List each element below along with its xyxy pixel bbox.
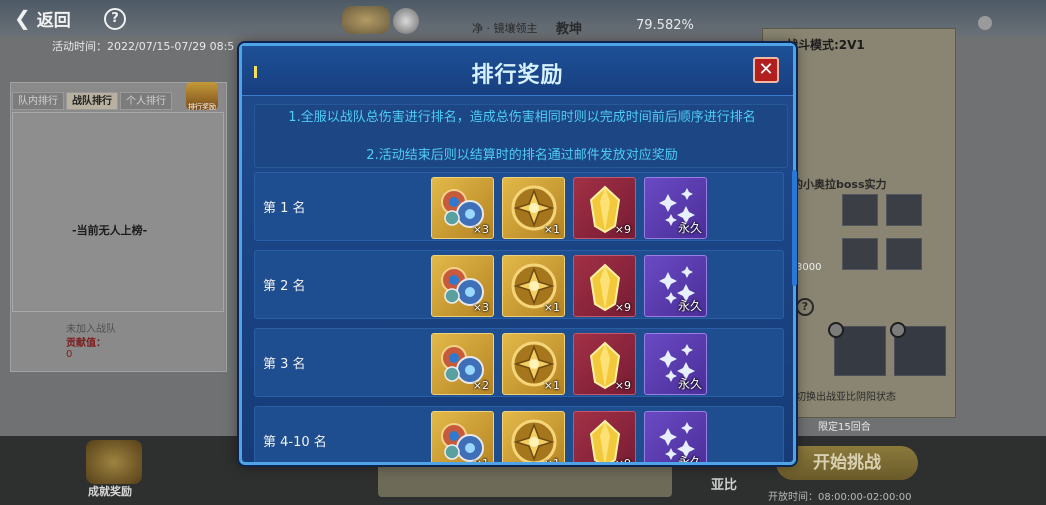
item-count: ×1	[473, 457, 489, 462]
item-count: ×3	[472, 301, 489, 314]
back-button[interactable]: ❮ 返回	[14, 6, 94, 31]
empty-ranking-note: -当前无人上榜-	[72, 224, 148, 237]
boss-strength-title: 的小奥拉boss实力	[792, 178, 887, 191]
rank-label: 第 3 名	[263, 357, 306, 372]
menu-dot-icon[interactable]	[978, 16, 992, 30]
tab-personal-ranking[interactable]: 个人排行	[120, 92, 172, 110]
item-count: 永久	[677, 221, 702, 235]
boss-slot[interactable]	[842, 194, 878, 226]
round-limit-note: 限定15回合	[818, 422, 871, 433]
back-label: 返回	[36, 10, 71, 31]
reward-item[interactable]: ×9	[573, 411, 636, 462]
modal-title: 排行奖励	[471, 63, 564, 88]
slot-marker-icon	[890, 322, 906, 338]
close-button[interactable]: ✕	[753, 57, 779, 83]
reward-item[interactable]: ×1	[502, 333, 565, 395]
reward-item[interactable]: ×3	[431, 177, 494, 239]
boss-progress: 79.582%	[636, 18, 694, 33]
achievement-label: 成就奖励	[88, 485, 132, 498]
rule-text: 2.活动结束后则以结算时的排名通过邮件发放对应奖励	[366, 148, 678, 163]
boss-slot[interactable]	[886, 194, 922, 226]
tab-team-internal[interactable]: 队内排行	[12, 92, 64, 110]
reward-row: 第 4-10 名 ×1 ×1 ×9 永久	[254, 406, 784, 462]
reward-item[interactable]: ×1	[431, 411, 494, 462]
help-icon[interactable]: ?	[796, 298, 814, 316]
reward-row: 第 3 名 ×2 ×1 ×9 永久	[254, 328, 784, 397]
item-count: 永久	[677, 377, 702, 391]
boss-name: 净 · 镜壤领主	[472, 22, 538, 35]
scrollbar[interactable]	[792, 170, 797, 286]
boss-slot[interactable]	[842, 238, 878, 270]
reward-item[interactable]: ×2	[431, 333, 494, 395]
switch-state-note: 切换出战亚比阴阳状态	[796, 392, 896, 403]
achievement-chest-icon[interactable]	[86, 440, 142, 484]
reward-item[interactable]: ×1	[502, 255, 565, 317]
item-count: ×2	[472, 379, 489, 392]
hero-name: 亚比	[711, 478, 738, 493]
reward-item[interactable]: ×1	[502, 177, 565, 239]
item-count: ×9	[614, 379, 631, 392]
event-time: 活动时间：2022/07/15-07/29 08:5	[52, 40, 235, 53]
item-count: ×3	[472, 223, 489, 236]
boss-slot[interactable]	[886, 238, 922, 270]
boss-avatar-icon	[393, 8, 419, 34]
item-count: ×1	[543, 379, 560, 392]
tab-team-ranking[interactable]: 战队排行	[66, 92, 118, 110]
reward-item[interactable]: ×9	[573, 177, 636, 239]
reward-item[interactable]: ×3	[431, 255, 494, 317]
reward-item[interactable]: ×9	[573, 333, 636, 395]
contribution-label: 贡献值：	[66, 338, 106, 349]
slot-marker-icon	[828, 322, 844, 338]
boss-power: 3000	[796, 262, 822, 273]
item-count: ×9	[614, 223, 631, 236]
open-time: 开放时间：08:00:00-02:00:00	[768, 492, 912, 503]
reward-item[interactable]: 永久	[644, 411, 707, 462]
ranking-list	[12, 112, 224, 312]
ranking-tabs: 队内排行 战队排行 个人排行	[12, 92, 172, 110]
boss-title: 教坤	[556, 22, 583, 37]
battle-mode-label: 战斗模式:2V1	[786, 38, 865, 52]
rule-text: 1.全服以战队总伤害进行排名，造成总伤害相同时则以完成时间前后顺序进行排名	[288, 110, 756, 125]
rules-box: 1.全服以战队总伤害进行排名，造成总伤害相同时则以完成时间前后顺序进行排名 2.…	[254, 104, 788, 168]
reward-item[interactable]: 永久	[644, 255, 707, 317]
reward-item[interactable]: ×9	[573, 255, 636, 317]
reward-item[interactable]: 永久	[644, 333, 707, 395]
team-status: 未加入战队	[66, 324, 116, 335]
start-challenge-button[interactable]: 开始挑战	[776, 446, 918, 480]
modal-header: 排行奖励 ✕	[242, 46, 793, 96]
reward-row: 第 1 名 ×3 ×1 ×9 永久	[254, 172, 784, 241]
item-count: 永久	[677, 299, 702, 313]
reward-item[interactable]: 永久	[644, 177, 707, 239]
item-count: ×1	[543, 223, 560, 236]
item-count: ×1	[543, 301, 560, 314]
rank-label: 第 2 名	[263, 279, 306, 294]
back-arrow-icon: ❮	[14, 6, 31, 30]
contribution-value: 0	[66, 349, 73, 360]
reward-item[interactable]: ×1	[502, 411, 565, 462]
reward-row: 第 2 名 ×3 ×1 ×9 永久	[254, 250, 784, 319]
item-count: 永久	[677, 455, 702, 462]
item-count: ×9	[614, 301, 631, 314]
help-icon[interactable]: ?	[104, 8, 126, 30]
item-count: ×1	[544, 457, 560, 462]
rank-label: 第 1 名	[263, 201, 306, 216]
ranking-reward-modal: 排行奖励 ✕ 1.全服以战队总伤害进行排名，造成总伤害相同时则以完成时间前后顺序…	[239, 43, 797, 465]
item-count: ×9	[615, 457, 631, 462]
rank-reward-chest-label: 排行奖励	[188, 103, 216, 111]
reward-list[interactable]: 第 1 名 ×3 ×1 ×9 永久第 2 名 ×3 ×1 ×9 永久第 3 名 ×2 ×1 ×9 永久第…	[254, 172, 788, 462]
boss-emblem-icon	[342, 6, 390, 34]
rank-label: 第 4-10 名	[263, 435, 327, 450]
